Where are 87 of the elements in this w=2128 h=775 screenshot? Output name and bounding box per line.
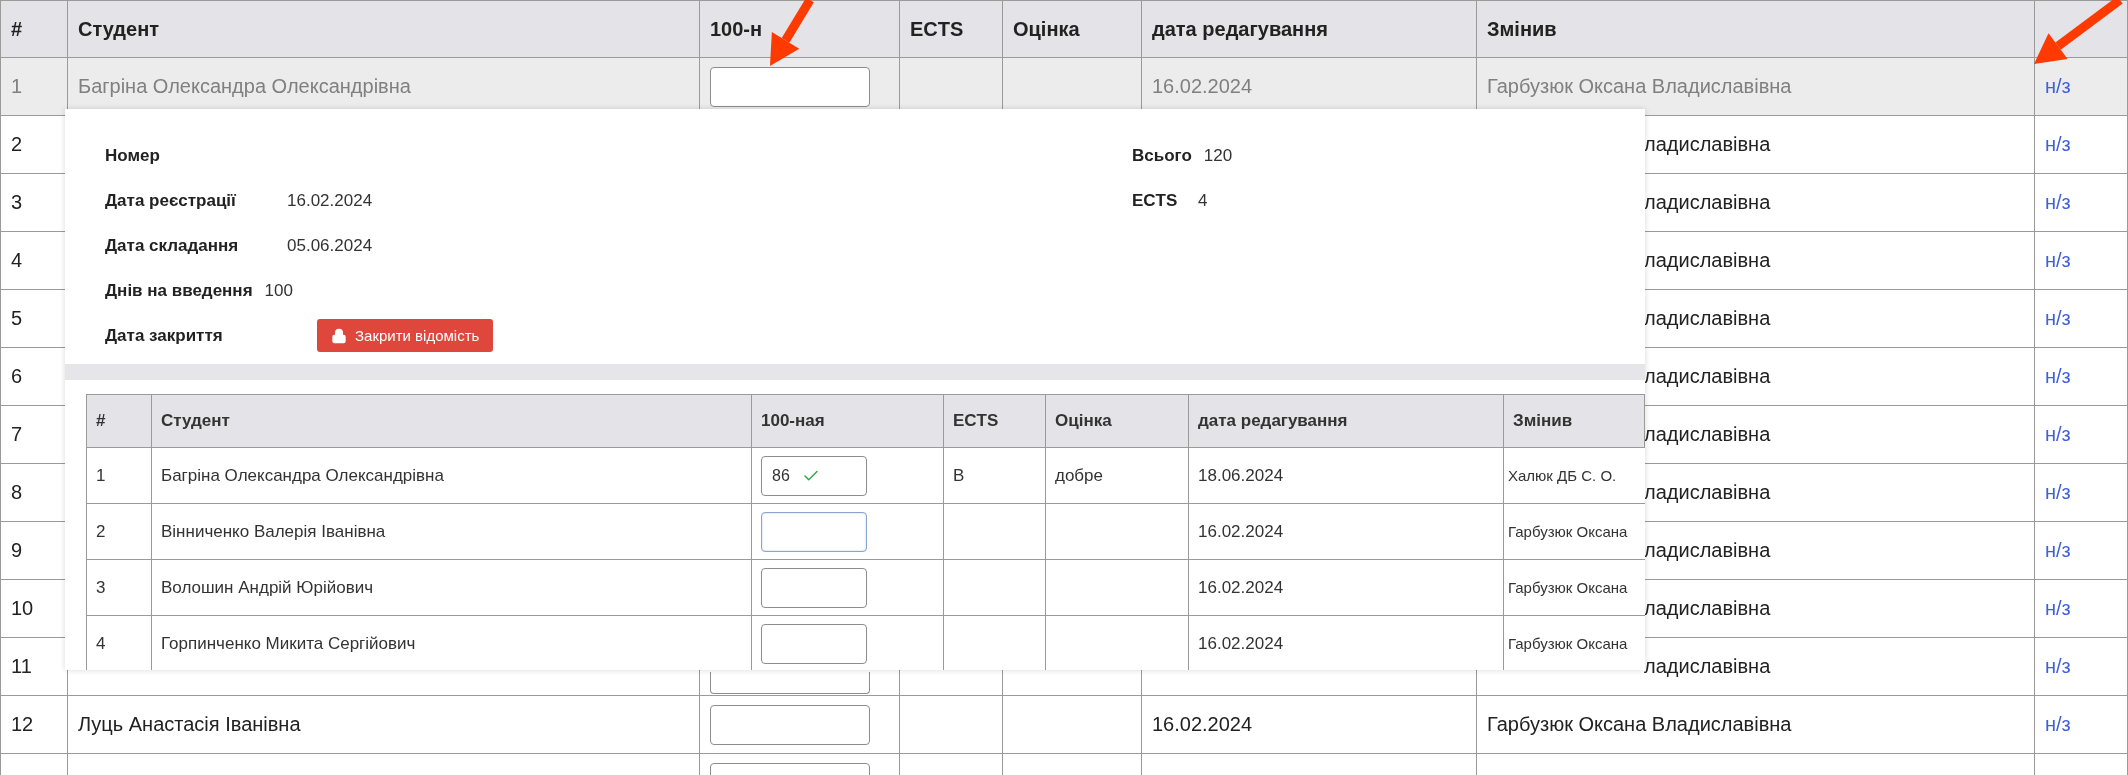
absent-link[interactable]: н/з (2045, 307, 2071, 330)
absent-link[interactable]: н/з (2045, 191, 2071, 214)
absent-link[interactable]: н/з (2045, 75, 2071, 98)
info-value: 100 (264, 280, 293, 301)
info-label: Всього (1132, 145, 1192, 166)
info-value: 05.06.2024 (287, 235, 373, 256)
score-input[interactable] (761, 511, 867, 552)
absent-link[interactable]: н/з (2045, 655, 2071, 678)
student-name: Багріна Олександра Олександрівна (161, 465, 444, 486)
info-label: Дата складання (105, 235, 240, 256)
column-header: Змінив (1477, 0, 2035, 58)
editor-name: ладиславівна (1644, 307, 1771, 330)
edit-date: 16.02.2024 (1152, 75, 1253, 98)
student-name: Вінниченко Валерія Іванівна (161, 521, 386, 542)
info-label: Дата реєстрації (105, 190, 237, 211)
editor-name: Гарбузюк Оксана Владиславівна (1487, 75, 1792, 98)
score-input[interactable]: 86 (761, 455, 867, 496)
student-name: Волошин Андрій Юрійович (161, 577, 374, 598)
column-header: # (86, 394, 152, 448)
editor-name: Гарбузюк Оксана Владиславівна (1487, 713, 1792, 736)
row-number: 4 (11, 249, 23, 272)
editor-name: ладиславівна (1644, 249, 1771, 272)
info-label: Номер (105, 145, 160, 166)
row-number: 1 (96, 465, 106, 486)
score-input[interactable] (761, 567, 867, 608)
lock-icon (331, 327, 347, 344)
editor-name: Гарбузюк Оксана (1508, 523, 1628, 540)
row-number: 2 (11, 133, 23, 156)
row-number: 3 (96, 577, 106, 598)
absent-link[interactable]: н/з (2045, 365, 2071, 388)
row-number: 11 (11, 655, 32, 678)
row-number: 7 (11, 423, 23, 446)
row-number: 9 (11, 539, 23, 562)
info-label: ECTS (1132, 190, 1179, 211)
editor-name: ладиславівна (1644, 423, 1771, 446)
edit-date: 16.02.2024 (1198, 521, 1284, 542)
info-label: Днів на введення (105, 280, 253, 301)
ects-grade: B (953, 465, 965, 486)
edit-date: 18.06.2024 (1198, 465, 1284, 486)
absent-link[interactable]: н/з (2045, 423, 2071, 446)
column-header: Студент (68, 0, 700, 58)
edit-date: 16.02.2024 (1152, 713, 1253, 736)
score-input[interactable] (761, 623, 867, 664)
row-number: 8 (11, 481, 23, 504)
student-name: Багріна Олександра Олександрівна (78, 75, 411, 98)
editor-name: Гарбузюк Оксана (1508, 635, 1628, 652)
info-value: 16.02.2024 (287, 190, 373, 211)
absent-link[interactable]: н/з (2045, 597, 2071, 620)
editor-name: ладиславівна (1644, 655, 1771, 678)
editor-name: ладиславівна (1644, 481, 1771, 504)
edit-date: 16.02.2024 (1198, 633, 1284, 654)
absent-link[interactable]: н/з (2045, 133, 2071, 156)
score-input[interactable] (710, 672, 870, 694)
editor-name: ладиславівна (1644, 191, 1771, 214)
student-name: Горпинченко Микита Сергійович (161, 633, 416, 654)
student-name: Луць Анастасія Іванівна (78, 713, 301, 736)
absent-link[interactable]: н/з (2045, 481, 2071, 504)
info-value: 4 (1198, 190, 1208, 211)
row-number: 2 (96, 521, 106, 542)
row-number: 5 (11, 307, 23, 330)
row-number: 12 (11, 713, 34, 736)
editor-name: ладиславівна (1644, 365, 1771, 388)
editor-name: ладиславівна (1644, 539, 1771, 562)
column-header: # (0, 0, 68, 58)
row-number: 1 (11, 75, 23, 98)
editor-name: Гарбузюк Оксана (1508, 579, 1628, 596)
absent-link[interactable]: н/з (2045, 249, 2071, 272)
close-statement-button[interactable]: Закрити відомість (317, 319, 494, 352)
grade-text: добре (1055, 465, 1104, 486)
column-header: Студент (152, 394, 752, 448)
row-number: 3 (11, 191, 23, 214)
editor-name: ладиславівна (1644, 133, 1771, 156)
row-number: 6 (11, 365, 23, 388)
score-input[interactable] (710, 704, 870, 745)
absent-link[interactable]: н/з (2045, 539, 2071, 562)
row-number: 4 (96, 633, 106, 654)
row-number: 10 (11, 597, 34, 620)
info-value: 120 (1203, 145, 1233, 166)
annotation-arrow (770, 0, 814, 66)
score-input[interactable] (710, 66, 870, 107)
column-header: дата редагування (1142, 0, 1477, 58)
editor-name: ладиславівна (1644, 597, 1771, 620)
absent-link[interactable]: н/з (2045, 713, 2071, 736)
info-label: Дата закриття (105, 325, 224, 346)
column-header: дата редагування (1189, 394, 1504, 448)
editor-name: Халюк ДБ С. О. (1508, 467, 1617, 484)
edit-date: 16.02.2024 (1198, 577, 1284, 598)
